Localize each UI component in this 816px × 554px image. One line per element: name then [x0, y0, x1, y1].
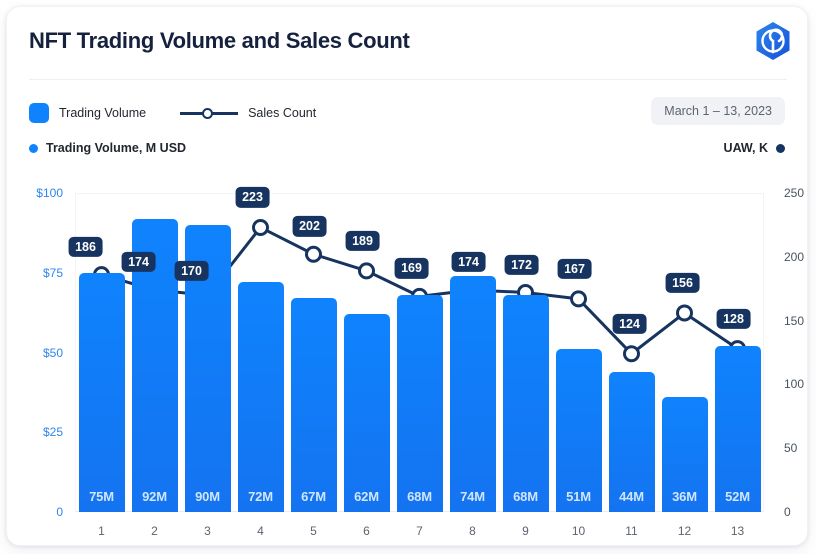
left-axis-tick: 0: [56, 505, 63, 519]
bar-trading-volume[interactable]: 68M: [502, 295, 549, 512]
legend-marker-sales-count: [180, 107, 239, 119]
left-axis-tick: $75: [42, 265, 63, 280]
left-axis-tick: $100: [36, 186, 63, 200]
x-axis-tick: 12: [677, 524, 692, 538]
bar-value-label: 90M: [195, 489, 220, 504]
bar-trading-volume[interactable]: 62M: [343, 314, 390, 512]
bar-value-label: 68M: [407, 489, 432, 504]
x-axis-tick: 5: [310, 524, 317, 538]
bar-value-label: 44M: [619, 489, 644, 504]
date-range-badge[interactable]: March 1 – 13, 2023: [651, 97, 785, 125]
right-axis-tick: 50: [784, 441, 798, 456]
bar-value-label: 68M: [513, 489, 538, 504]
bar-trading-volume[interactable]: 51M: [555, 349, 602, 512]
hexagon-spiral-logo-icon: [749, 19, 797, 67]
right-axis-tick: 250: [784, 186, 805, 200]
sales-count-point[interactable]: [358, 262, 375, 280]
chart-legend: Trading Volume Sales Count: [29, 103, 316, 123]
sales-count-value-label: 169: [394, 258, 429, 279]
x-axis-tick: 4: [257, 524, 264, 538]
chart-plot-area: 0 $25 $50 $75 $100 0 50 100 150 200 250 75M 1 92M 2 90M…: [36, 186, 804, 538]
left-axis-tick: $25: [42, 425, 63, 440]
bar-trading-volume[interactable]: 67M: [290, 298, 337, 512]
bar-trading-volume[interactable]: 74M: [449, 275, 496, 512]
bar-value-label: 62M: [354, 489, 379, 504]
sales-count-point[interactable]: [570, 290, 587, 308]
page-title: NFT Trading Volume and Sales Count: [29, 28, 410, 53]
chart-card: NFT Trading Volume and Sales Count Tradi…: [6, 6, 808, 546]
bar-trading-volume[interactable]: 72M: [237, 282, 284, 512]
sales-count-value-label: 186: [68, 236, 103, 257]
sales-count-value-label: 223: [235, 187, 270, 208]
bar-trading-volume[interactable]: 36M: [661, 397, 708, 512]
bar-value-label: 92M: [142, 489, 167, 504]
x-axis-tick: 10: [571, 524, 586, 538]
right-axis-dot-icon: [776, 143, 785, 153]
x-axis-tick: 13: [730, 524, 745, 538]
x-axis-tick: 1: [98, 524, 105, 538]
x-axis-tick: 2: [151, 524, 158, 538]
bar-value-label: 67M: [301, 489, 326, 504]
sales-count-point[interactable]: [676, 304, 693, 322]
left-axis-caption-label: Trading Volume, M USD: [46, 141, 187, 155]
bar-trading-volume[interactable]: 68M: [396, 295, 443, 512]
legend-label-sales-count: Sales Count: [248, 106, 317, 120]
bar-value-label: 51M: [566, 489, 591, 504]
bar-value-label: 75M: [89, 489, 114, 504]
bar-trading-volume[interactable]: 44M: [608, 371, 655, 512]
bar-value-label: 72M: [248, 489, 273, 504]
sales-count-value-label: 167: [557, 258, 592, 280]
x-axis-tick: 3: [204, 524, 211, 538]
legend-label-trading-volume: Trading Volume: [59, 106, 147, 120]
x-axis-tick: 11: [625, 524, 638, 538]
x-axis-tick: 7: [416, 524, 423, 538]
sales-count-value-label: 174: [121, 251, 156, 273]
right-axis-tick: 0: [784, 505, 791, 519]
right-axis-tick: 200: [784, 249, 805, 264]
sales-count-point[interactable]: [252, 218, 269, 236]
bar-trading-volume[interactable]: 52M: [714, 346, 761, 512]
sales-count-point[interactable]: [623, 345, 640, 363]
left-axis-tick: $50: [42, 345, 63, 360]
sales-count-point[interactable]: [305, 245, 322, 263]
sales-count-value-label: 172: [504, 254, 539, 275]
x-axis-tick: 8: [469, 524, 476, 538]
right-axis-caption-label: UAW, K: [723, 141, 768, 155]
sales-count-value-label: 202: [292, 216, 327, 237]
legend-swatch-trading-volume: [29, 103, 49, 123]
left-axis-caption: Trading Volume, M USD: [29, 141, 186, 155]
sales-count-value-label: 124: [612, 313, 647, 334]
sales-count-value-label: 189: [345, 230, 380, 252]
right-axis-tick: 150: [784, 313, 805, 328]
sales-count-value-label: 170: [174, 260, 209, 282]
x-axis-tick: 6: [363, 524, 370, 538]
sales-count-value-label: 174: [451, 251, 486, 273]
sales-count-value-label: 156: [665, 272, 700, 294]
sales-count-value-label: 128: [716, 308, 751, 329]
right-axis-caption: UAW, K: [724, 141, 785, 155]
bar-trading-volume[interactable]: 75M: [78, 272, 125, 512]
bar-value-label: 36M: [672, 489, 697, 504]
header-divider: [29, 79, 787, 80]
left-axis-dot-icon: [29, 143, 38, 153]
bar-value-label: 52M: [725, 489, 750, 504]
bar-value-label: 74M: [460, 489, 485, 504]
right-axis-tick: 100: [784, 377, 805, 392]
x-axis-tick: 9: [522, 524, 529, 538]
